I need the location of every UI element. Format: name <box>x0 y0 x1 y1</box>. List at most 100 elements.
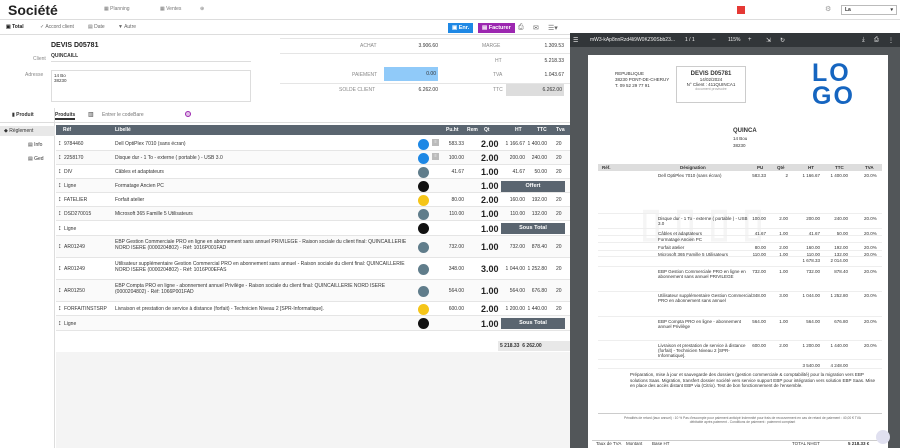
nav-ventes[interactable]: ▦ Ventes <box>160 6 181 12</box>
pdf-menu-icon[interactable]: ☰ <box>573 37 578 44</box>
notification-badge[interactable] <box>737 6 745 14</box>
drag-handle-icon[interactable]: ↕ <box>58 196 62 203</box>
row-label[interactable]: Livraison et prestation de service à dis… <box>115 306 415 312</box>
address-field[interactable]: 14 Bo 38230 <box>51 70 251 102</box>
row-qty[interactable]: 1.00 <box>481 167 499 177</box>
drag-handle-icon[interactable]: ↕ <box>58 140 62 147</box>
pdf-row-ht: 1 044.00 <box>802 293 820 298</box>
row-pu[interactable]: 600.00 <box>438 306 464 312</box>
tab-accord-client[interactable]: ✓ Accord client <box>40 24 74 30</box>
menu-icon[interactable]: ☰▾ <box>548 24 558 32</box>
row-label[interactable]: EBP Compta PRO en ligne - abonnement ann… <box>115 283 415 295</box>
user-select[interactable]: La ▾ <box>841 5 897 15</box>
pdf-divider <box>598 413 882 414</box>
row-label[interactable]: Forfait atelier <box>115 197 415 203</box>
row-status-dot[interactable] <box>418 180 429 192</box>
row-label[interactable]: EBP Gestion Commerciale PRO en ligne en … <box>115 239 415 251</box>
side-ged[interactable]: ▤ Ged <box>28 156 44 162</box>
drag-handle-icon[interactable]: ↕ <box>58 168 62 175</box>
row-label[interactable]: Câbles et adaptateurs <box>115 169 415 175</box>
drag-handle-icon[interactable]: ↕ <box>58 210 62 217</box>
more-icon[interactable]: ⋮ <box>888 37 894 44</box>
row-status-dot[interactable] <box>418 241 429 253</box>
side-info[interactable]: ▤ Info <box>28 142 42 148</box>
pdf-row-pu: 732.00 <box>752 269 766 274</box>
row-label[interactable]: Dell OptiPlex 7010 (sans écran) <box>115 141 415 147</box>
tab-date-label: Date <box>94 24 105 30</box>
row-pu[interactable]: 41.67 <box>438 169 464 175</box>
row-pu[interactable]: 110.00 <box>438 211 464 217</box>
row-ref: FORFAITINSTSRP <box>64 306 107 312</box>
row-qty[interactable]: 1.00 <box>481 286 499 296</box>
barcode-input[interactable] <box>102 110 182 119</box>
zoom-out-icon[interactable]: − <box>712 37 716 43</box>
row-qty[interactable]: 2.00 <box>481 139 499 149</box>
row-qty[interactable]: 1.00 <box>481 209 499 219</box>
tab-produits[interactable]: Produits <box>55 112 76 120</box>
row-qty[interactable]: 1.00 <box>481 242 499 252</box>
side-reglement[interactable]: ◆ Règlement <box>0 126 55 136</box>
row-status-dot[interactable] <box>418 263 429 275</box>
row-qty[interactable]: 2.00 <box>481 153 499 163</box>
row-status-dot[interactable] <box>418 303 429 315</box>
row-qty[interactable]: 1.00 <box>481 319 499 329</box>
pdf-row-ttc: 192.00 <box>834 245 848 250</box>
drag-handle-icon[interactable]: ↕ <box>58 305 62 312</box>
drag-handle-icon[interactable]: ↕ <box>58 154 62 161</box>
save-button[interactable]: ▣ Enr. <box>448 23 474 33</box>
pdf-logo-line-2: GO <box>812 82 855 110</box>
floating-action-button[interactable] <box>876 430 890 444</box>
row-status-dot[interactable] <box>418 152 429 164</box>
drag-handle-icon[interactable]: ↕ <box>58 287 62 294</box>
nav-planning[interactable]: ▦ Planning <box>104 6 130 12</box>
pdf-print-icon[interactable]: ⎙ <box>874 37 879 44</box>
row-label[interactable]: Utilisateur supplémentaire Gestion Comme… <box>115 261 415 273</box>
row-status-dot[interactable] <box>418 318 429 329</box>
pdf-page-current[interactable]: 1 <box>685 37 688 43</box>
row-pu[interactable]: 564.00 <box>438 288 464 294</box>
row-qty[interactable]: 3.00 <box>481 264 499 274</box>
row-status-dot[interactable] <box>418 285 429 297</box>
pdf-zoom[interactable]: 115% <box>728 37 740 43</box>
row-qty[interactable]: 2.00 <box>481 195 499 205</box>
facturer-button[interactable]: ▤ Facturer <box>478 23 515 33</box>
print-icon[interactable]: ⎙ <box>518 24 524 32</box>
download-icon[interactable]: ⤓ <box>862 37 865 44</box>
row-pu[interactable]: 732.00 <box>438 244 464 250</box>
row-qty[interactable]: 2.00 <box>481 304 499 314</box>
zoom-in-icon[interactable]: + <box>748 37 752 43</box>
rotate-icon[interactable]: ↻ <box>780 37 785 44</box>
client-field[interactable]: QUINCAILL <box>51 53 251 62</box>
add-icon[interactable]: ⊕ <box>200 6 204 12</box>
row-status-dot[interactable] <box>418 223 429 234</box>
tab-autre[interactable]: ▼ Autre <box>118 24 136 30</box>
row-status-dot[interactable] <box>418 194 429 206</box>
row-pu[interactable]: 80.00 <box>438 197 464 203</box>
row-pu[interactable]: 100.00 <box>438 155 464 161</box>
row-status-dot[interactable] <box>418 138 429 150</box>
tab-total[interactable]: ▣ Total <box>6 24 24 30</box>
paiement-field[interactable]: 0.00 <box>384 67 438 81</box>
row-label[interactable]: Disque dur - 1 To - externe ( portable )… <box>115 155 415 161</box>
fit-page-icon[interactable]: ⇲ <box>766 37 771 44</box>
gear-icon[interactable]: ⚙ <box>825 5 831 13</box>
drag-handle-icon[interactable]: ↕ <box>58 225 62 232</box>
row-pu[interactable]: 583.33 <box>438 141 464 147</box>
tab-date[interactable]: ▤ Date <box>88 24 105 30</box>
client-value: QUINCAILL <box>51 53 79 59</box>
row-status-dot[interactable] <box>418 208 429 220</box>
row-label[interactable]: Formatage Ancien PC <box>115 183 415 189</box>
mail-icon[interactable]: ✉ <box>533 24 539 32</box>
row-label[interactable]: Microsoft 365 Famille 5 Utilisateurs <box>115 211 415 217</box>
row-qty[interactable]: 1.00 <box>481 224 499 234</box>
drag-handle-icon[interactable]: ↕ <box>58 320 62 327</box>
drag-handle-icon[interactable]: ↕ <box>58 265 62 272</box>
row-qty[interactable]: 1.00 <box>481 181 499 191</box>
solde-value: 6.262.00 <box>418 87 438 93</box>
row-status-dot[interactable] <box>418 166 429 178</box>
drag-handle-icon[interactable]: ↕ <box>58 182 62 189</box>
row-tva: 20 <box>556 197 562 203</box>
drag-handle-icon[interactable]: ↕ <box>58 243 62 250</box>
row-pu[interactable]: 348.00 <box>438 266 464 272</box>
side-info-label: Info <box>34 142 43 148</box>
